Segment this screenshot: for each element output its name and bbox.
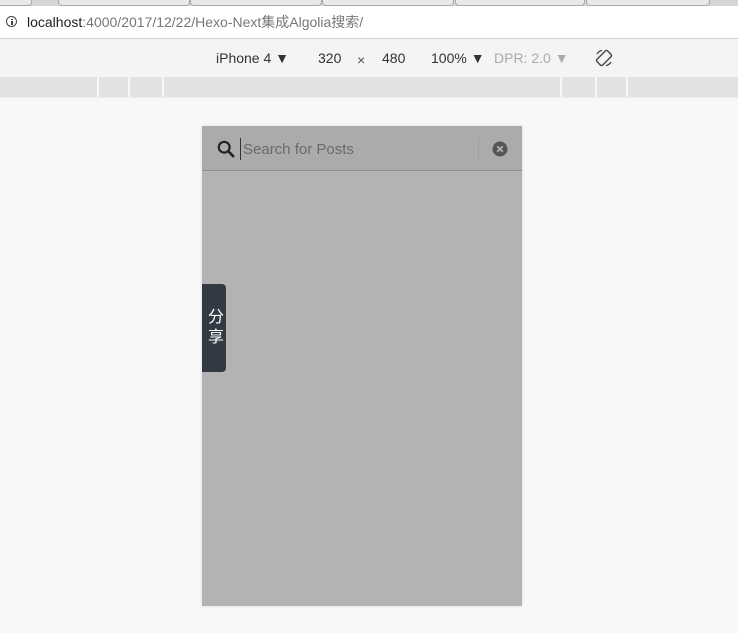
search-header — [202, 126, 522, 171]
search-input[interactable] — [240, 138, 473, 160]
ruler-tick[interactable] — [595, 77, 597, 97]
device-viewport: 分享 — [202, 126, 522, 606]
device-toolbar: iPhone 4 ▼ 320 × 480 100% ▼ DPR: 2.0 ▼ — [0, 39, 738, 77]
url-host: localhost — [27, 14, 83, 30]
viewport-height-input[interactable]: 480 — [382, 50, 405, 66]
ruler-tick[interactable] — [560, 77, 562, 97]
zoom-select[interactable]: 100% ▼ — [431, 50, 485, 66]
rotate-icon[interactable] — [594, 48, 614, 68]
url-path: :4000/2017/12/22/Hexo-Next集成Algolia搜索/ — [82, 14, 364, 30]
viewport-width-input[interactable]: 320 — [318, 50, 341, 66]
ruler-tick[interactable] — [162, 77, 164, 97]
dpr-select[interactable]: DPR: 2.0 ▼ — [494, 50, 569, 66]
media-query-ruler — [0, 77, 738, 98]
ruler-tick[interactable] — [128, 77, 130, 97]
share-tab[interactable]: 分享 — [202, 284, 226, 372]
ruler-tick[interactable] — [626, 77, 628, 97]
device-select[interactable]: iPhone 4 ▼ — [216, 50, 289, 66]
address-bar[interactable]: localhost:4000/2017/12/22/Hexo-Next集成Alg… — [0, 6, 738, 39]
search-icon — [217, 140, 235, 158]
search-divider — [478, 138, 479, 160]
ruler-tick[interactable] — [97, 77, 99, 97]
url-text[interactable]: localhost:4000/2017/12/22/Hexo-Next集成Alg… — [27, 13, 363, 31]
info-icon[interactable] — [6, 16, 17, 27]
close-icon[interactable] — [492, 141, 508, 157]
dimension-separator: × — [357, 52, 366, 68]
